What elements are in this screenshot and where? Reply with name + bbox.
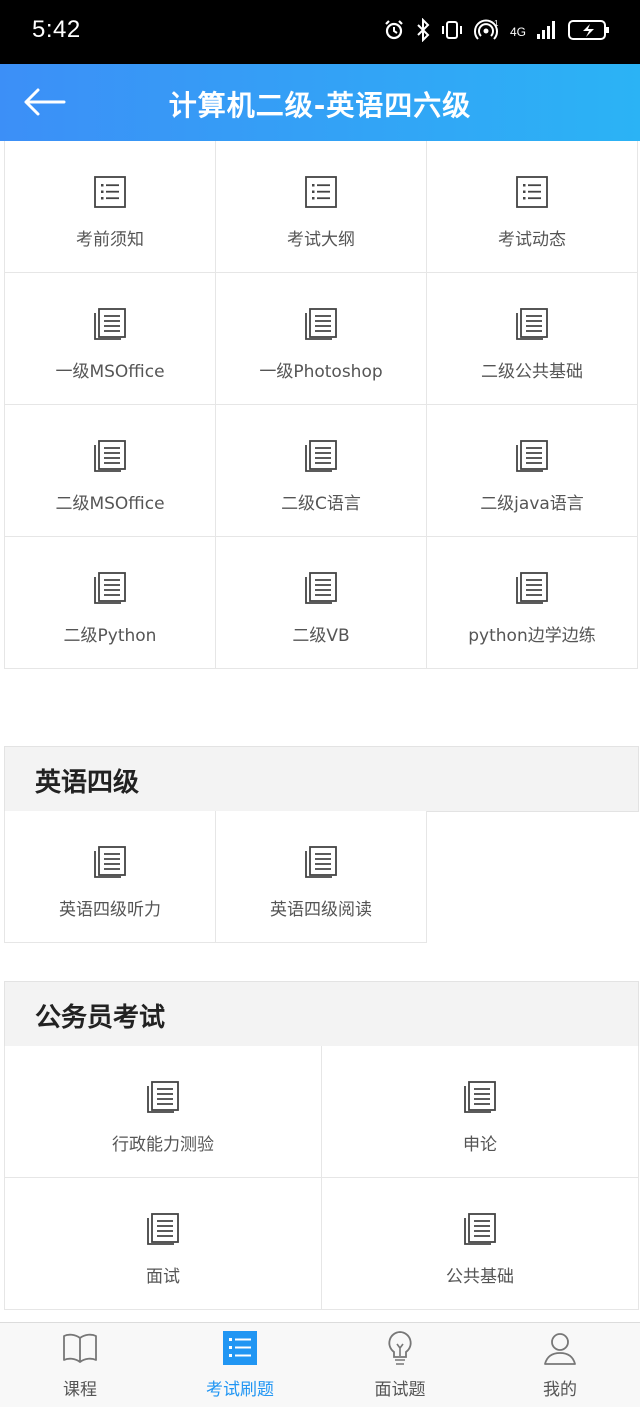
document-icon <box>515 307 549 341</box>
grid-item-level2-vb[interactable]: 二级VB <box>216 537 427 669</box>
list-icon <box>515 175 549 209</box>
grid-item-label: 二级Python <box>63 626 157 646</box>
grid-item-label: 考试大纲 <box>287 230 355 250</box>
grid-item-aptitude-test[interactable]: 行政能力测验 <box>5 1046 322 1178</box>
document-icon <box>304 439 338 473</box>
computer-exam-grid: 考前须知 考试大纲 考试动态 一级MSOffice 一级Photoshop 二级… <box>4 141 639 669</box>
grid-item-level2-c[interactable]: 二级C语言 <box>216 405 427 537</box>
grid-item-exam-syllabus[interactable]: 考试大纲 <box>216 141 427 273</box>
nav-label: 考试刷题 <box>206 1380 274 1400</box>
grid-item-level1-msoffice[interactable]: 一级MSOffice <box>5 273 216 405</box>
network-label: 4G <box>509 25 526 39</box>
nav-label: 课程 <box>63 1380 97 1400</box>
nav-item-courses[interactable]: 课程 <box>0 1323 160 1407</box>
app-header: 计算机二级-英语四六级 <box>0 64 640 141</box>
document-icon <box>93 439 127 473</box>
grid-item-label: 一级Photoshop <box>259 362 383 382</box>
grid-item-label: 行政能力测验 <box>112 1135 214 1155</box>
status-time: 5:42 <box>32 16 81 43</box>
nav-label: 面试题 <box>374 1380 426 1400</box>
grid-item-level2-public-basics[interactable]: 二级公共基础 <box>427 273 638 405</box>
document-icon <box>515 571 549 605</box>
document-icon <box>304 307 338 341</box>
bluetooth-icon <box>416 17 430 46</box>
grid-item-level1-photoshop[interactable]: 一级Photoshop <box>216 273 427 405</box>
grid-item-public-basics[interactable]: 公共基础 <box>322 1178 639 1310</box>
bottom-nav: 课程 考试刷题 面试题 我的 <box>0 1322 640 1407</box>
lightbulb-icon <box>381 1329 419 1367</box>
document-icon <box>304 845 338 879</box>
list-icon <box>221 1329 259 1367</box>
civil-service-grid: 行政能力测验 申论 面试 公共基础 <box>4 1046 639 1310</box>
grid-item-essay[interactable]: 申论 <box>322 1046 639 1178</box>
nav-item-exam-practice[interactable]: 考试刷题 <box>160 1323 320 1407</box>
grid-item-cet4-reading[interactable]: 英语四级阅读 <box>216 811 427 943</box>
battery-icon <box>568 18 610 46</box>
nav-label: 我的 <box>543 1380 577 1400</box>
grid-item-interview[interactable]: 面试 <box>5 1178 322 1310</box>
section-title: 英语四级 <box>35 768 140 798</box>
document-icon <box>463 1212 497 1246</box>
document-icon <box>146 1080 180 1114</box>
grid-empty-cell <box>427 811 638 943</box>
grid-item-level2-java[interactable]: 二级java语言 <box>427 405 638 537</box>
nav-item-me[interactable]: 我的 <box>480 1323 640 1407</box>
grid-item-label: python边学边练 <box>468 626 596 646</box>
grid-item-exam-news[interactable]: 考试动态 <box>427 141 638 273</box>
svg-text:1: 1 <box>494 19 499 28</box>
grid-item-label: 考前须知 <box>76 230 144 250</box>
grid-item-level2-msoffice[interactable]: 二级MSOffice <box>5 405 216 537</box>
grid-item-label: 二级公共基础 <box>481 362 583 382</box>
grid-item-label: 公共基础 <box>446 1267 514 1287</box>
grid-item-exam-notice[interactable]: 考前须知 <box>5 141 216 273</box>
grid-item-label: 申论 <box>463 1135 497 1155</box>
grid-item-label: 二级MSOffice <box>55 494 165 514</box>
grid-item-label: 二级VB <box>292 626 350 646</box>
vibrate-icon <box>440 18 464 46</box>
user-icon <box>541 1329 579 1367</box>
page-title: 计算机二级-英语四六级 <box>168 89 472 122</box>
document-icon <box>304 571 338 605</box>
hotspot-icon: 1 <box>473 18 500 46</box>
section-header-civil-service: 公务员考试 <box>4 981 639 1047</box>
nav-item-interview-questions[interactable]: 面试题 <box>320 1323 480 1407</box>
grid-item-label: 英语四级听力 <box>59 900 161 920</box>
grid-item-level2-python[interactable]: 二级Python <box>5 537 216 669</box>
grid-item-label: 考试动态 <box>498 230 566 250</box>
grid-item-label: 面试 <box>146 1267 180 1287</box>
status-icons: 1 4G <box>382 16 610 48</box>
grid-item-python-practice[interactable]: python边学边练 <box>427 537 638 669</box>
cet4-grid: 英语四级听力 英语四级阅读 <box>4 811 639 943</box>
book-icon <box>61 1329 99 1367</box>
grid-item-cet4-listening[interactable]: 英语四级听力 <box>5 811 216 943</box>
document-icon <box>93 307 127 341</box>
section-title: 公务员考试 <box>35 1003 166 1033</box>
list-icon <box>93 175 127 209</box>
document-icon <box>463 1080 497 1114</box>
section-header-cet4: 英语四级 <box>4 746 639 812</box>
grid-item-label: 二级java语言 <box>480 494 584 514</box>
content-area: 考前须知 考试大纲 考试动态 一级MSOffice 一级Photoshop 二级… <box>0 141 640 1322</box>
list-icon <box>304 175 338 209</box>
grid-item-label: 英语四级阅读 <box>270 900 372 920</box>
grid-item-label: 二级C语言 <box>281 494 361 514</box>
document-icon <box>93 845 127 879</box>
signal-icon <box>536 19 558 45</box>
status-bar: 5:42 1 4G <box>0 0 640 64</box>
alarm-icon <box>382 18 406 46</box>
document-icon <box>93 571 127 605</box>
document-icon <box>146 1212 180 1246</box>
document-icon <box>515 439 549 473</box>
grid-item-label: 一级MSOffice <box>55 362 165 382</box>
